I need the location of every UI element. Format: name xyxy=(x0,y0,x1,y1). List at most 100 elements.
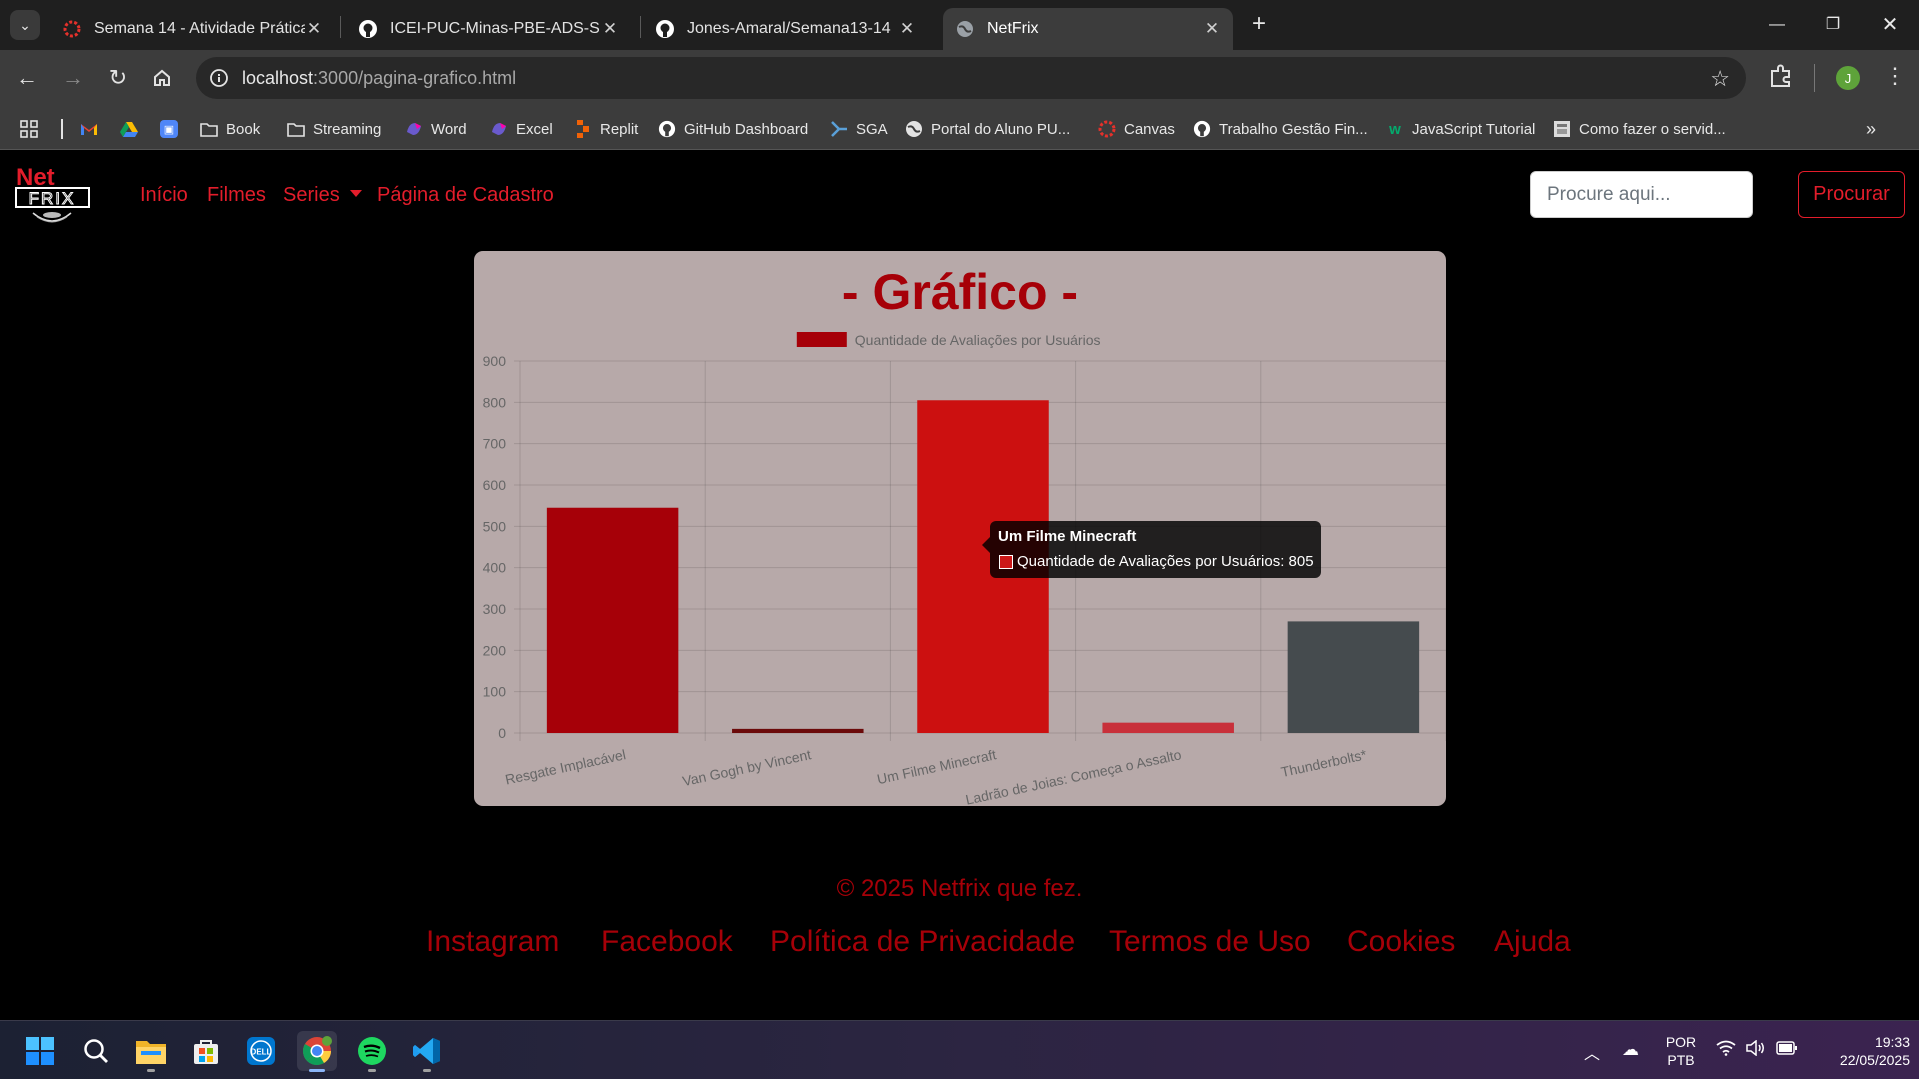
bookmarks-overflow-button[interactable]: » xyxy=(1866,116,1876,142)
bookmark-trabalho-gestao[interactable]: Trabalho Gestão Fin... xyxy=(1193,116,1368,142)
taskbar-chrome[interactable] xyxy=(297,1031,337,1072)
tab-netfrix[interactable]: NetFrix ✕ xyxy=(943,8,1233,50)
close-icon[interactable]: ✕ xyxy=(305,19,323,39)
gmail-icon xyxy=(80,120,98,138)
drive-icon xyxy=(120,120,138,138)
tab-jones-amaral[interactable]: Jones-Amaral/Semana13-14 ✕ xyxy=(643,8,928,50)
microsoft-store-icon xyxy=(194,1040,218,1064)
puzzle-icon xyxy=(1771,64,1790,87)
bookmark-meet[interactable]: ▣ xyxy=(160,116,186,142)
vscode-icon xyxy=(413,1038,440,1064)
footer-link-cookies[interactable]: Cookies xyxy=(1347,925,1455,959)
chart-bar xyxy=(1287,621,1420,733)
tab-semana-14[interactable]: Semana 14 - Atividade Prática ✕ xyxy=(50,8,335,50)
minimize-button[interactable]: — xyxy=(1757,10,1797,40)
taskbar-file-explorer[interactable] xyxy=(131,1031,171,1072)
footer-link-facebook[interactable]: Facebook xyxy=(601,925,733,959)
arrow-right-icon: → xyxy=(62,65,84,90)
bookmark-portal-aluno[interactable]: Portal do Aluno PU... xyxy=(905,116,1070,142)
battery-icon[interactable] xyxy=(1776,1040,1798,1060)
extensions-button[interactable] xyxy=(1768,63,1794,89)
restore-button[interactable]: ❐ xyxy=(1813,10,1853,40)
bookmark-como-fazer[interactable]: Como fazer o servid... xyxy=(1553,116,1726,142)
back-button[interactable]: ← xyxy=(12,63,42,93)
bookmark-streaming[interactable]: Streaming xyxy=(287,116,381,142)
taskbar-search-button[interactable] xyxy=(76,1031,116,1071)
bookmark-javascript-tutorial[interactable]: w JavaScript Tutorial xyxy=(1386,116,1535,142)
footer-link-instagram[interactable]: Instagram xyxy=(426,925,559,959)
nav-link-inicio[interactable]: Início xyxy=(140,184,188,207)
taskbar-vscode[interactable] xyxy=(407,1031,447,1072)
bookmark-star-icon[interactable]: ☆ xyxy=(1710,66,1730,92)
show-hidden-icons-button[interactable]: ︿ xyxy=(1584,1040,1600,1064)
y-tick-label: 600 xyxy=(483,477,507,493)
tab-title: Semana 14 - Atividade Prática xyxy=(94,20,305,37)
more-menu-icon[interactable]: ⋮ xyxy=(1884,64,1906,88)
toolbar-separator xyxy=(1814,64,1815,92)
x-tick-label: Van Gogh by Vincent xyxy=(681,746,813,789)
volume-icon[interactable] xyxy=(1746,1039,1766,1061)
new-tab-button[interactable]: + xyxy=(1246,12,1272,38)
bookmark-sga[interactable]: SGA xyxy=(830,116,888,142)
home-button[interactable] xyxy=(147,63,177,93)
x-tick-label: Ladrão de Joias: Começa o Assalto xyxy=(964,746,1183,806)
spotify-icon xyxy=(358,1037,386,1065)
site-info-icon[interactable] xyxy=(206,65,232,91)
nav-link-cadastro[interactable]: Página de Cadastro xyxy=(377,184,554,207)
tab-icei-puc-minas[interactable]: ICEI-PUC-Minas-PBE-ADS-SI/tra ✕ xyxy=(346,8,631,50)
close-icon[interactable]: ✕ xyxy=(898,19,916,39)
nav-link-filmes[interactable]: Filmes xyxy=(207,184,266,207)
wifi-icon[interactable] xyxy=(1716,1040,1736,1061)
address-bar[interactable]: localhost:3000/pagina-grafico.html ☆ xyxy=(196,57,1746,99)
legend-swatch xyxy=(796,332,847,347)
bookmark-github-dashboard[interactable]: GitHub Dashboard xyxy=(658,116,808,142)
dell-icon: DELL xyxy=(247,1037,275,1065)
bookmark-replit[interactable]: Replit xyxy=(574,116,638,142)
taskbar-microsoft-store[interactable] xyxy=(186,1031,226,1071)
taskbar-spotify[interactable] xyxy=(352,1031,392,1072)
copilot-icon xyxy=(490,120,508,138)
footer-link-termos[interactable]: Termos de Uso xyxy=(1109,925,1311,959)
nav-dropdown-series[interactable]: Series xyxy=(283,184,362,207)
start-button[interactable] xyxy=(20,1031,60,1071)
tooltip-body: Quantidade de Avaliações por Usuários: 8… xyxy=(1017,553,1314,570)
bookmark-gmail[interactable] xyxy=(80,116,106,142)
netfrix-logo[interactable]: Net FRIX xyxy=(15,163,91,231)
close-icon[interactable]: ✕ xyxy=(1203,19,1221,39)
clock[interactable]: 19:33 22/05/2025 xyxy=(1810,1033,1910,1069)
github-icon xyxy=(658,120,676,138)
bookmark-drive[interactable] xyxy=(120,116,146,142)
running-indicator xyxy=(309,1069,325,1072)
close-icon[interactable]: ✕ xyxy=(601,19,619,39)
bookmark-label: Excel xyxy=(516,120,553,138)
apps-icon xyxy=(20,120,38,138)
bookmark-book[interactable]: Book xyxy=(200,116,260,142)
bookmark-canvas[interactable]: Canvas xyxy=(1098,116,1175,142)
chrome-icon xyxy=(303,1036,332,1066)
bookmark-excel[interactable]: Excel xyxy=(490,116,553,142)
plus-icon: + xyxy=(1251,10,1266,37)
onedrive-icon[interactable]: ☁ xyxy=(1622,1040,1639,1060)
search-button[interactable]: Procurar xyxy=(1798,171,1905,218)
profile-avatar[interactable]: J xyxy=(1836,66,1860,90)
minimize-icon: — xyxy=(1769,16,1785,33)
search-input[interactable] xyxy=(1530,171,1753,218)
bookmark-apps[interactable] xyxy=(20,116,46,142)
reload-button[interactable]: ↻ xyxy=(103,63,133,93)
bookmark-word[interactable]: Word xyxy=(405,116,467,142)
running-indicator xyxy=(368,1069,376,1072)
bookmark-label: SGA xyxy=(856,120,888,138)
windows-start-icon xyxy=(26,1037,54,1065)
folder-icon xyxy=(200,120,218,138)
replit-icon xyxy=(574,120,592,138)
footer-link-ajuda[interactable]: Ajuda xyxy=(1494,925,1571,959)
forward-button[interactable]: → xyxy=(58,63,88,93)
close-window-button[interactable]: ✕ xyxy=(1870,10,1910,40)
x-tick-label: Thunderbolts* xyxy=(1279,746,1368,780)
tab-search-button[interactable]: ⌄ xyxy=(10,10,40,40)
footer-link-privacidade[interactable]: Política de Privacidade xyxy=(770,925,1075,959)
input-language-indicator[interactable]: POR PTB xyxy=(1664,1033,1698,1069)
keyboard-layout: PTB xyxy=(1667,1052,1695,1068)
taskbar-dell[interactable]: DELL xyxy=(241,1031,281,1071)
browser-tab-strip: ⌄ Semana 14 - Atividade Prática ✕ ICEI-P… xyxy=(0,0,1919,50)
